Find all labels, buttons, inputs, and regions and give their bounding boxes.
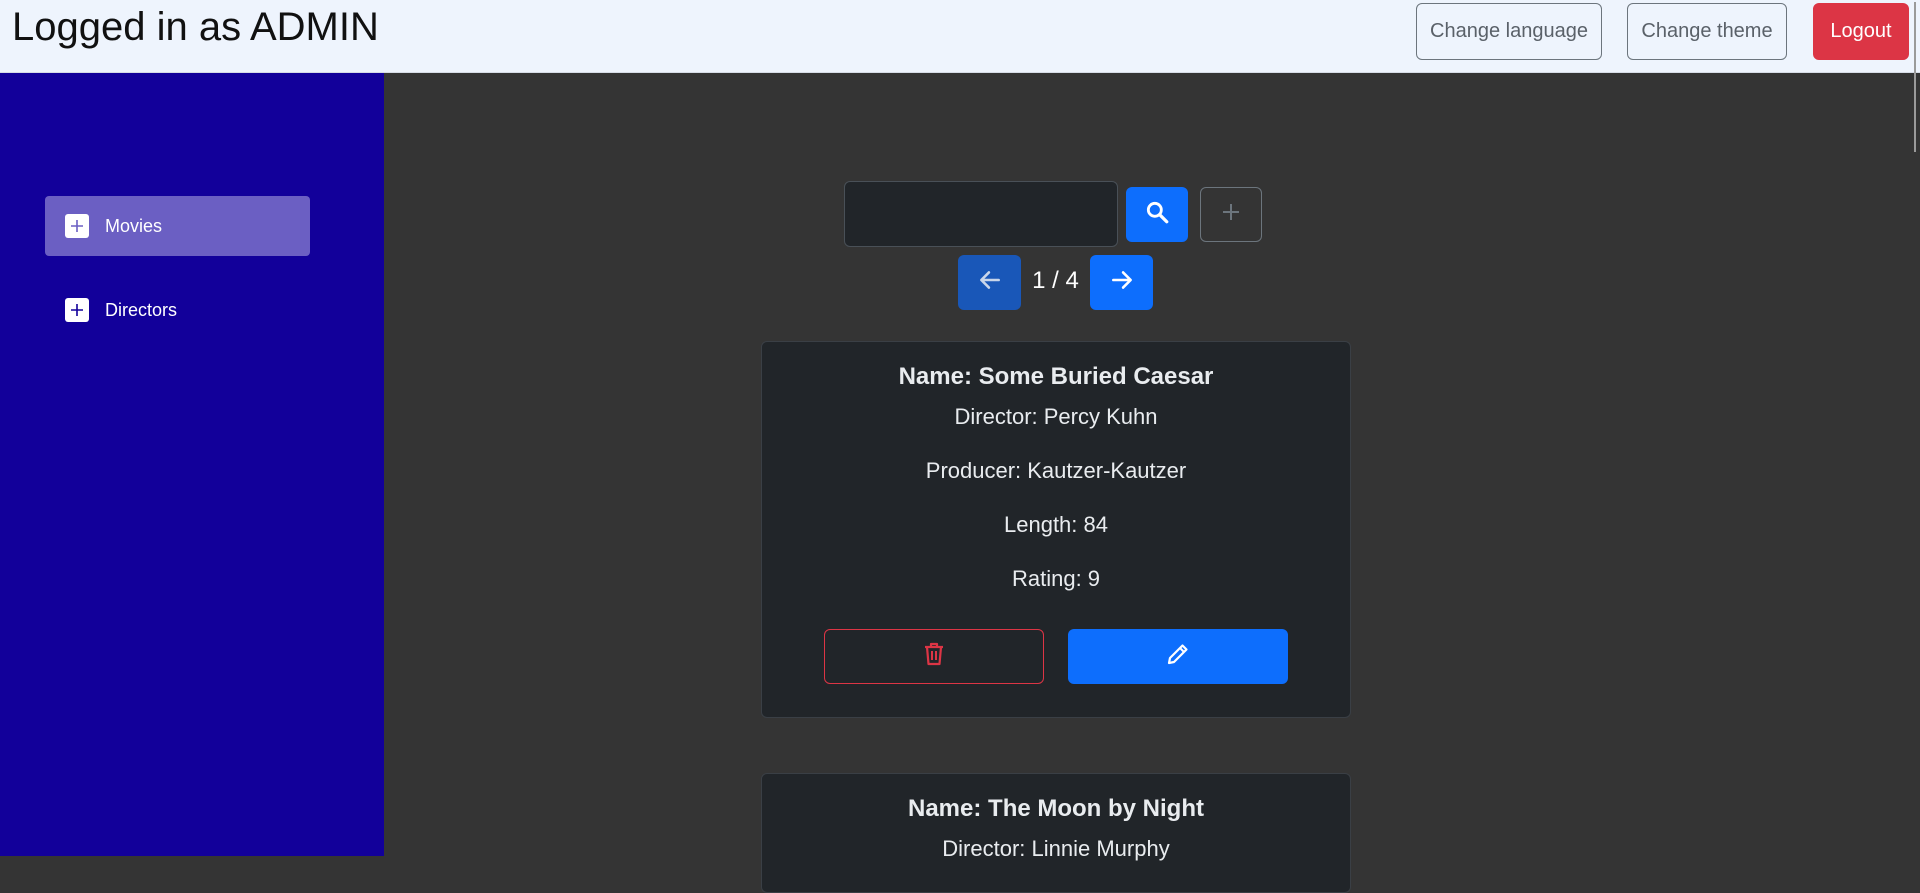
change-language-button[interactable]: Change language <box>1416 3 1602 60</box>
movie-name: Name: Some Buried Caesar <box>898 363 1214 390</box>
page-title: Logged in as ADMIN <box>12 5 379 49</box>
sidebar-item-movies[interactable]: Movies <box>45 196 310 256</box>
sidebar-item-label: Directors <box>105 299 178 320</box>
edit-movie-button[interactable] <box>1068 629 1288 684</box>
pencil-icon <box>1166 642 1190 671</box>
plus-icon <box>1219 200 1243 229</box>
trash-icon <box>922 641 946 672</box>
plus-icon <box>65 298 89 322</box>
scrollbar-thumb[interactable] <box>1914 2 1916 152</box>
arrow-left-icon <box>977 267 1003 298</box>
next-page-button[interactable] <box>1090 255 1153 310</box>
top-header: Logged in as ADMIN Change language Chang… <box>0 0 1920 73</box>
movie-director: Director: Linnie Murphy <box>942 836 1170 861</box>
movie-card: Name: Some Buried Caesar Director: Percy… <box>761 341 1351 718</box>
logout-button[interactable]: Logout <box>1813 3 1909 60</box>
page-indicator: 1 / 4 <box>1032 267 1079 294</box>
add-movie-button[interactable] <box>1200 187 1262 242</box>
movie-producer: Producer: Kautzer-Kautzer <box>925 458 1187 483</box>
movie-name: Name: The Moon by Night <box>908 795 1204 822</box>
search-icon <box>1144 199 1170 230</box>
arrow-right-icon <box>1109 267 1135 298</box>
search-input[interactable] <box>844 181 1118 247</box>
sidebar-item-label: Movies <box>105 215 163 236</box>
previous-page-button[interactable] <box>958 255 1021 310</box>
delete-movie-button[interactable] <box>824 629 1044 684</box>
search-button[interactable] <box>1126 187 1188 242</box>
movie-rating: Rating: 9 <box>1011 566 1101 591</box>
movie-card: Name: The Moon by Night Director: Linnie… <box>761 773 1351 893</box>
sidebar: Movies Directors <box>0 73 384 856</box>
change-theme-button[interactable]: Change theme <box>1627 3 1787 60</box>
plus-icon <box>65 214 89 238</box>
movie-length: Length: 84 <box>1004 512 1108 537</box>
movie-director: Director: Percy Kuhn <box>954 404 1158 429</box>
sidebar-item-directors[interactable]: Directors <box>45 280 310 340</box>
